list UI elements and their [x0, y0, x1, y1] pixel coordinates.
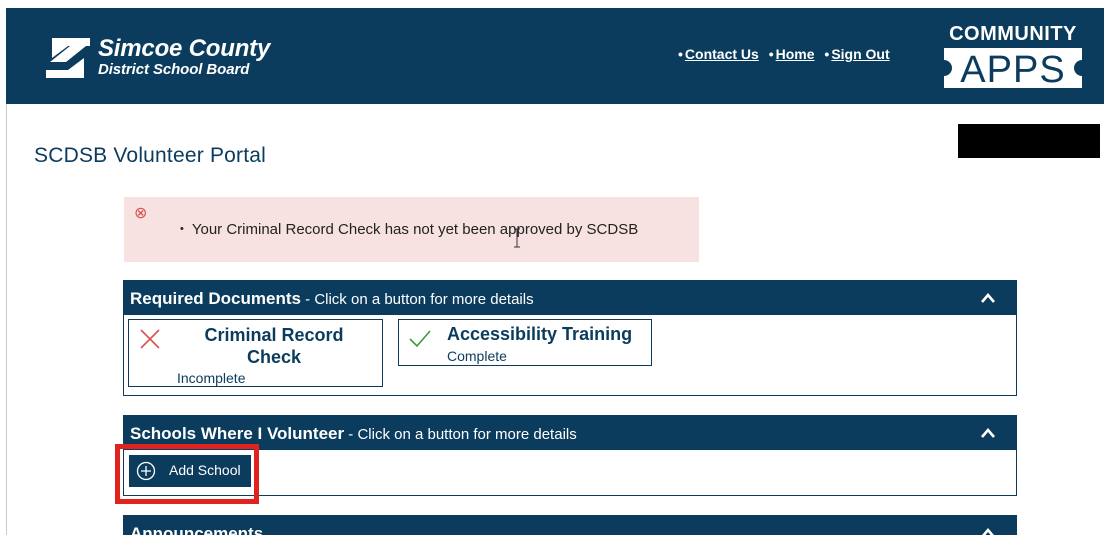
schools-heading: Schools Where I Volunteer [130, 424, 345, 443]
schools-hint: - Click on a button for more details [344, 426, 577, 443]
announcements-title: Announcements [130, 524, 264, 535]
schools-title: Schools Where I Volunteer - Click on a b… [130, 424, 577, 444]
nav-contact-us[interactable]: Contact Us [685, 46, 759, 62]
site-header: Simcoe County District School Board • Con… [6, 8, 1104, 104]
brand-line2: District School Board [98, 61, 250, 78]
announcements-header[interactable]: Announcements [124, 516, 1016, 535]
required-documents-header[interactable]: Required Documents - Click on a button f… [124, 281, 1016, 315]
alert-bullet: • [180, 223, 184, 235]
page: Simcoe County District School Board • Con… [0, 0, 1104, 535]
header-nav: • Contact Us • Home • Sign Out [678, 46, 890, 62]
plus-circle-icon [136, 461, 156, 481]
error-circle-icon: ⊗ [134, 205, 148, 222]
text-cursor-icon [514, 228, 520, 248]
nav-bullet: • [678, 46, 683, 62]
nav-bullet: • [824, 46, 830, 62]
required-documents-title: Required Documents - Click on a button f… [130, 289, 534, 309]
nav-bullet: • [768, 46, 774, 62]
doc-status: Complete [447, 348, 507, 364]
left-border [6, 104, 7, 535]
apps-logo-bottom: APPS [960, 49, 1065, 88]
criminal-record-check-button[interactable]: Criminal Record Check Incomplete [128, 319, 383, 387]
apps-ticket-icon: APPS [944, 48, 1082, 88]
add-school-button[interactable]: Add School [129, 455, 251, 487]
announcements-panel: Announcements [123, 515, 1017, 535]
doc-status: Incomplete [177, 370, 246, 386]
brand-text: Simcoe County District School Board [98, 36, 270, 78]
nav-sign-out[interactable]: Sign Out [831, 46, 889, 62]
page-title: SCDSB Volunteer Portal [34, 144, 267, 167]
alert-message: • Your Criminal Record Check has not yet … [180, 221, 638, 238]
doc-name: Accessibility Training [447, 324, 633, 344]
chevron-up-icon[interactable] [980, 427, 996, 439]
required-documents-heading: Required Documents [130, 289, 301, 308]
alert-message-text: Your Criminal Record Check has not yet b… [191, 221, 639, 238]
scdsb-logo[interactable]: Simcoe County District School Board [46, 36, 286, 84]
brand-line1: Simcoe County [98, 35, 271, 62]
check-mark-icon [409, 330, 431, 348]
chevron-up-icon[interactable] [980, 292, 996, 304]
accessibility-training-button[interactable]: Accessibility Training Complete [398, 319, 652, 366]
required-documents-hint: - Click on a button for more details [300, 291, 534, 308]
apps-logo-top: COMMUNITY [949, 23, 1077, 45]
redacted-box [958, 124, 1100, 158]
chevron-up-icon[interactable] [980, 527, 996, 535]
error-alert: ⊗ • Your Criminal Record Check has not ye… [124, 197, 699, 262]
nav-home[interactable]: Home [776, 46, 815, 62]
doc-name: Criminal Record Check [204, 325, 344, 367]
required-documents-panel: Required Documents - Click on a button f… [123, 280, 1017, 396]
scdsb-logo-icon [46, 38, 90, 78]
community-apps-logo[interactable]: COMMUNITY APPS [938, 24, 1088, 100]
add-school-label: Add School [169, 462, 241, 478]
x-mark-icon [140, 329, 160, 349]
